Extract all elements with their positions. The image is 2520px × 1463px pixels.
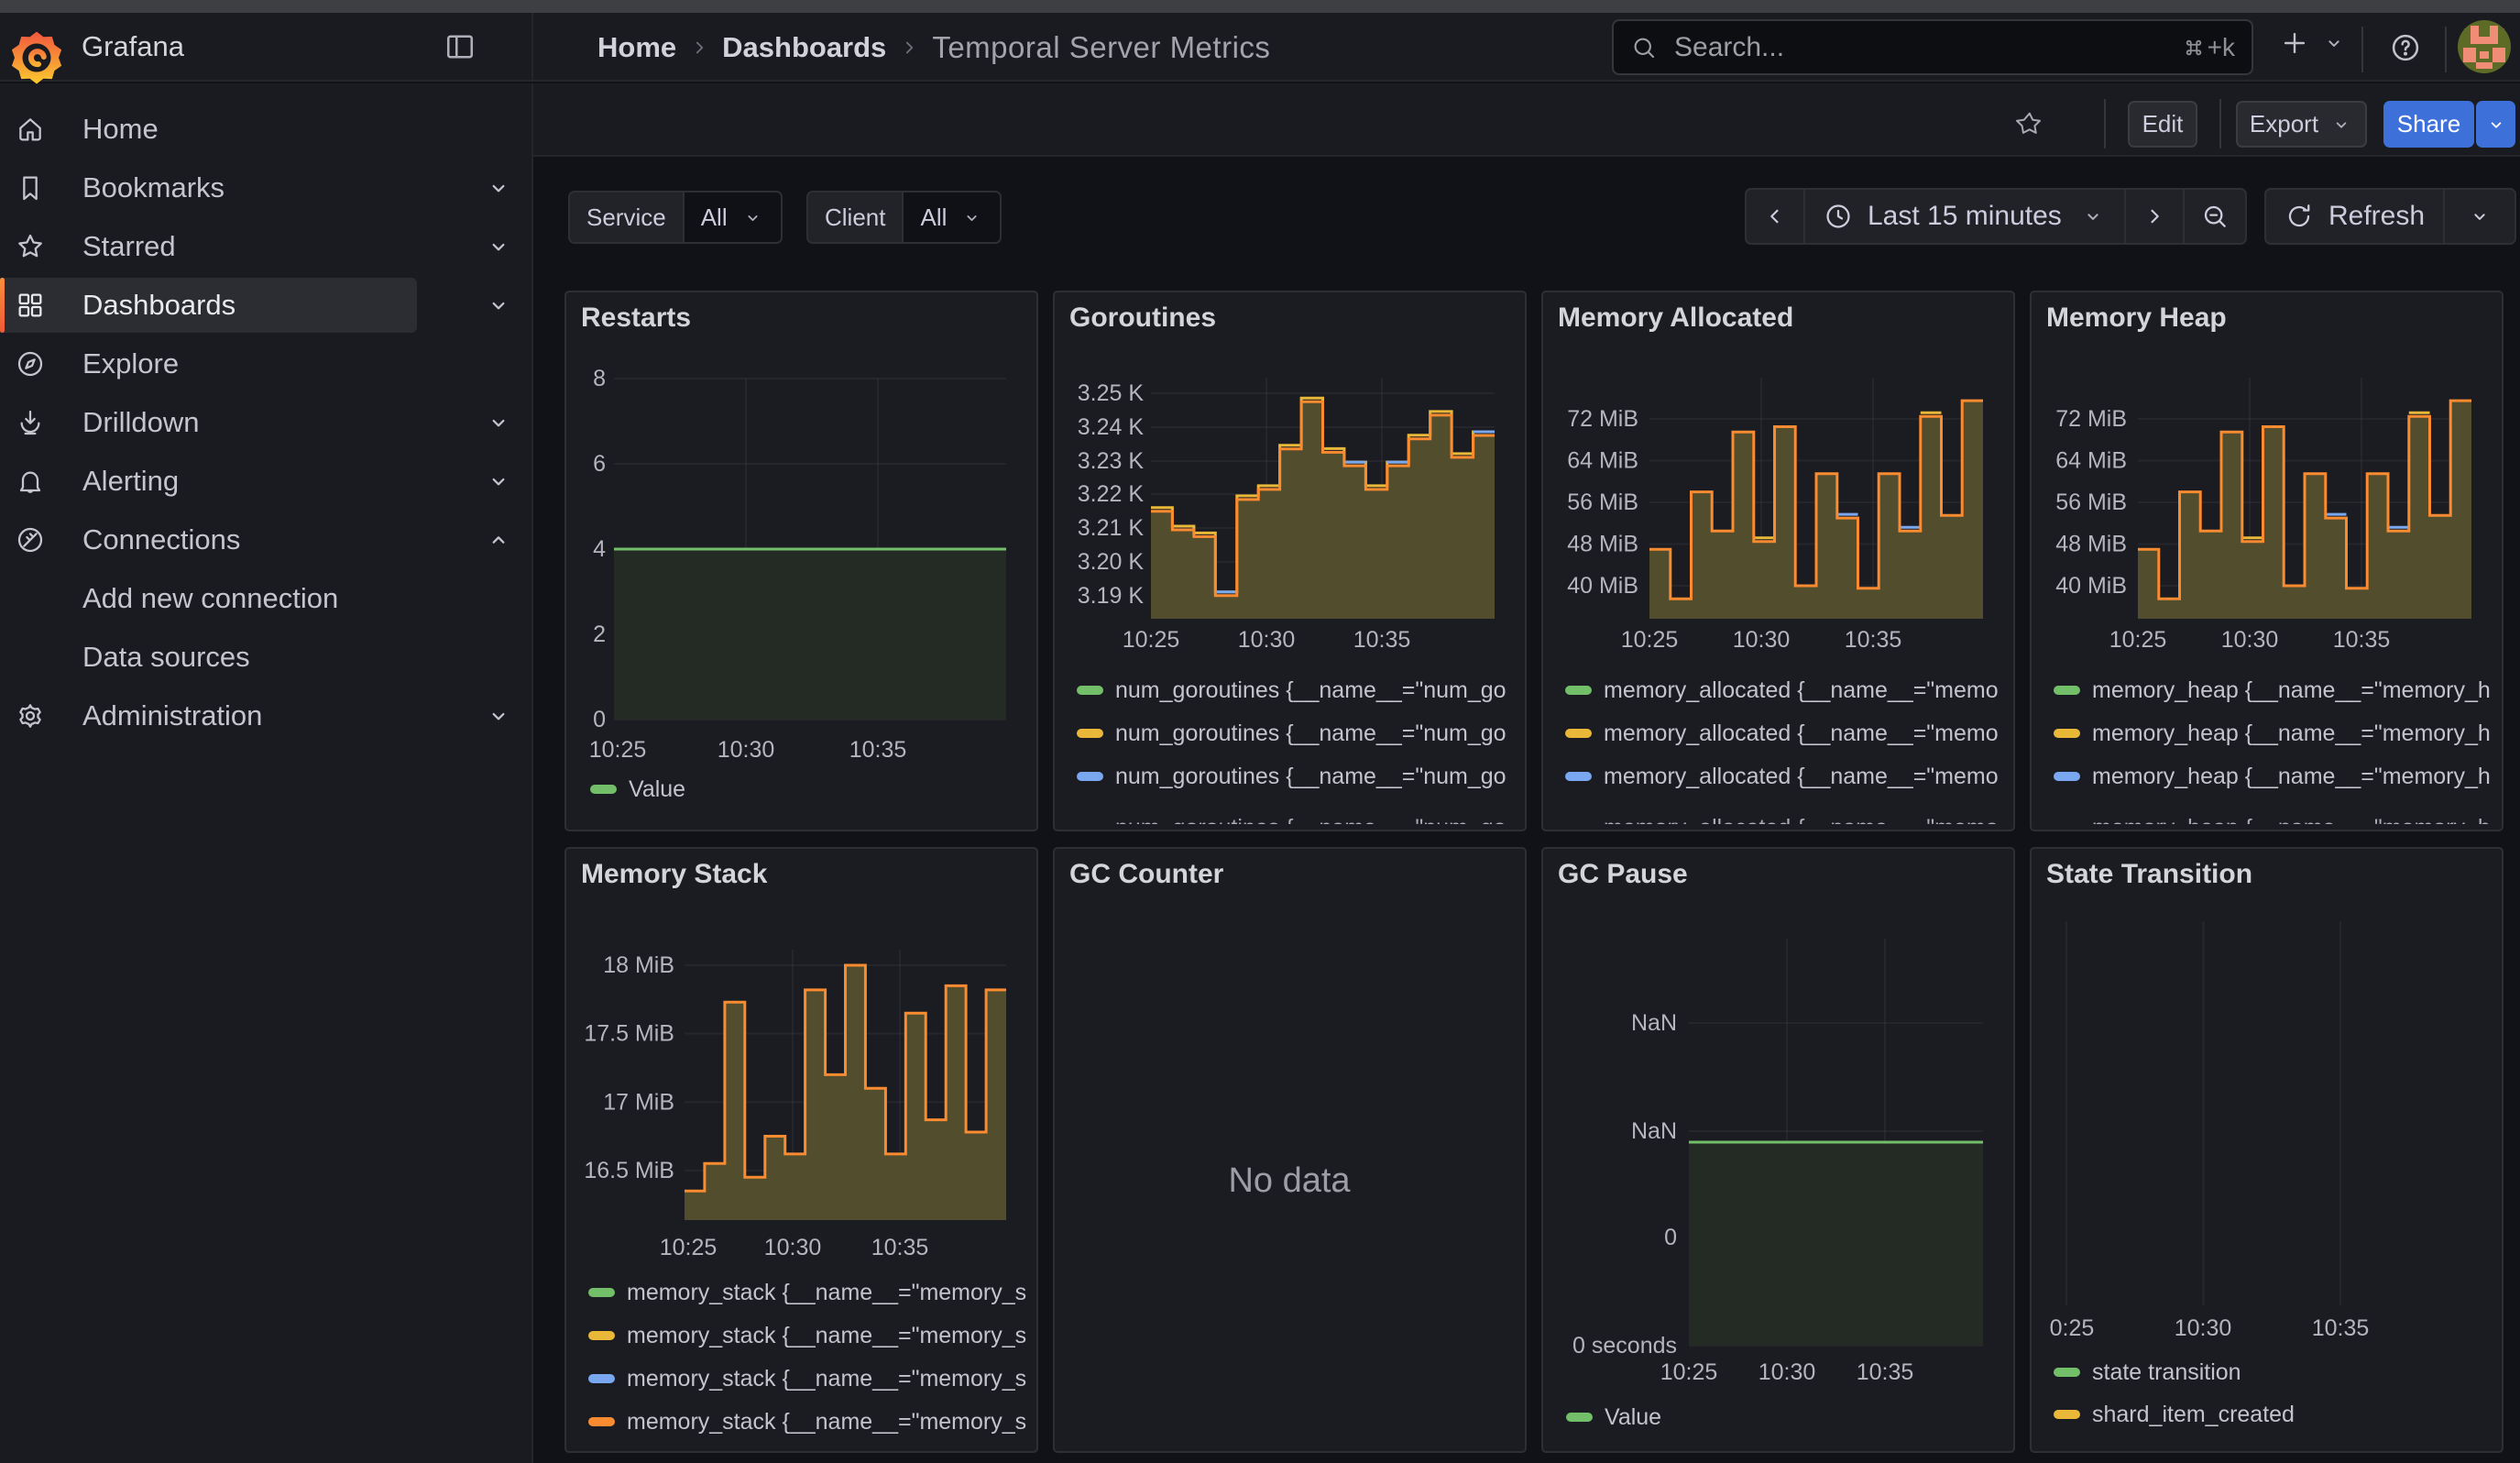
svg-text:18 MiB: 18 MiB bbox=[603, 952, 674, 978]
svg-text:10:30: 10:30 bbox=[764, 1235, 822, 1260]
svg-text:10:35: 10:35 bbox=[1845, 627, 1902, 653]
svg-text:8: 8 bbox=[593, 366, 606, 391]
svg-text:17 MiB: 17 MiB bbox=[603, 1089, 674, 1115]
svg-text:num_goroutines {__name__="num_: num_goroutines {__name__="num_go bbox=[1115, 720, 1507, 746]
svg-text:10:25: 10:25 bbox=[1621, 627, 1679, 653]
svg-text:0: 0 bbox=[593, 707, 606, 732]
svg-text:10:25: 10:25 bbox=[1660, 1359, 1718, 1385]
svg-text:10:30: 10:30 bbox=[1759, 1359, 1816, 1385]
svg-text:64 MiB: 64 MiB bbox=[2055, 448, 2127, 474]
svg-text:10:25: 10:25 bbox=[589, 737, 647, 763]
svg-text:0: 0 bbox=[1664, 1225, 1677, 1250]
svg-text:3.23 K: 3.23 K bbox=[1078, 448, 1145, 474]
svg-text:num_goroutines {__name__="num_: num_goroutines {__name__="num_go bbox=[1115, 764, 1507, 789]
svg-text:No data: No data bbox=[1228, 1161, 1351, 1200]
svg-text:10:30: 10:30 bbox=[718, 737, 775, 763]
svg-text:10:25: 10:25 bbox=[660, 1235, 718, 1260]
svg-text:memory_heap {__name__="memory_: memory_heap {__name__="memory_h bbox=[2092, 720, 2491, 746]
svg-text:3.21 K: 3.21 K bbox=[1078, 515, 1145, 541]
svg-text:0 seconds: 0 seconds bbox=[1572, 1333, 1677, 1358]
svg-text:10:35: 10:35 bbox=[849, 737, 907, 763]
svg-text:40 MiB: 40 MiB bbox=[1567, 573, 1638, 599]
svg-text:3.25 K: 3.25 K bbox=[1078, 380, 1145, 406]
svg-text:memory_heap {__name__="memory_: memory_heap {__name__="memory_h bbox=[2092, 815, 2491, 841]
svg-text:10:30: 10:30 bbox=[1238, 627, 1296, 653]
svg-text:10:35: 10:35 bbox=[1353, 627, 1411, 653]
svg-text:10:35: 10:35 bbox=[1857, 1359, 1914, 1385]
svg-text:3.19 K: 3.19 K bbox=[1078, 583, 1145, 609]
svg-text:10:35: 10:35 bbox=[2333, 627, 2391, 653]
svg-text:10:30: 10:30 bbox=[2175, 1315, 2232, 1341]
svg-text:4: 4 bbox=[593, 536, 606, 562]
svg-text:3.24 K: 3.24 K bbox=[1078, 414, 1145, 440]
svg-text:64 MiB: 64 MiB bbox=[1567, 448, 1638, 474]
svg-text:6: 6 bbox=[593, 451, 606, 477]
svg-text:shard_item_created: shard_item_created bbox=[2092, 1402, 2295, 1427]
svg-text:48 MiB: 48 MiB bbox=[2055, 532, 2127, 557]
svg-text:17.5 MiB: 17.5 MiB bbox=[584, 1021, 674, 1047]
svg-text:10:30: 10:30 bbox=[2221, 627, 2279, 653]
svg-text:56 MiB: 56 MiB bbox=[2055, 490, 2127, 515]
svg-text:10:25: 10:25 bbox=[2109, 627, 2167, 653]
svg-text:Value: Value bbox=[629, 776, 685, 802]
svg-text:0:25: 0:25 bbox=[2050, 1315, 2095, 1341]
svg-text:10:35: 10:35 bbox=[2312, 1315, 2370, 1341]
svg-text:num_goroutines {__name__="num_: num_goroutines {__name__="num_go bbox=[1115, 677, 1507, 703]
svg-text:Value: Value bbox=[1605, 1404, 1661, 1430]
svg-text:16.5 MiB: 16.5 MiB bbox=[584, 1158, 674, 1183]
svg-text:10:35: 10:35 bbox=[871, 1235, 929, 1260]
svg-text:3.20 K: 3.20 K bbox=[1078, 549, 1145, 575]
svg-text:memory_stack {__name__="memory: memory_stack {__name__="memory_s bbox=[627, 1323, 1026, 1348]
svg-text:memory_heap {__name__="memory_: memory_heap {__name__="memory_h bbox=[2092, 677, 2491, 703]
svg-text:memory_stack {__name__="memory: memory_stack {__name__="memory_s bbox=[627, 1280, 1026, 1305]
svg-text:56 MiB: 56 MiB bbox=[1567, 490, 1638, 515]
svg-text:memory_heap {__name__="memory_: memory_heap {__name__="memory_h bbox=[2092, 764, 2491, 789]
svg-text:num_goroutines {__name__="num_: num_goroutines {__name__="num_go bbox=[1115, 815, 1507, 841]
svg-text:memory_stack {__name__="memory: memory_stack {__name__="memory_s bbox=[627, 1366, 1026, 1392]
svg-text:3.22 K: 3.22 K bbox=[1078, 481, 1145, 507]
svg-text:memory_stack {__name__="memory: memory_stack {__name__="memory_s bbox=[627, 1409, 1026, 1435]
svg-text:memory_allocated {__name__="me: memory_allocated {__name__="memo bbox=[1604, 764, 1999, 789]
svg-text:10:25: 10:25 bbox=[1123, 627, 1180, 653]
svg-text:memory_allocated {__name__="me: memory_allocated {__name__="memo bbox=[1604, 720, 1999, 746]
svg-text:72 MiB: 72 MiB bbox=[2055, 406, 2127, 432]
svg-text:72 MiB: 72 MiB bbox=[1567, 406, 1638, 432]
svg-text:48 MiB: 48 MiB bbox=[1567, 532, 1638, 557]
svg-text:memory_allocated {__name__="me: memory_allocated {__name__="memo bbox=[1604, 815, 1999, 841]
svg-text:10:30: 10:30 bbox=[1733, 627, 1791, 653]
svg-text:40 MiB: 40 MiB bbox=[2055, 573, 2127, 599]
svg-text:2: 2 bbox=[593, 622, 606, 647]
svg-text:memory_allocated {__name__="me: memory_allocated {__name__="memo bbox=[1604, 677, 1999, 703]
svg-text:NaN: NaN bbox=[1631, 1118, 1677, 1144]
svg-text:NaN: NaN bbox=[1631, 1010, 1677, 1036]
svg-text:state transition: state transition bbox=[2092, 1359, 2241, 1385]
